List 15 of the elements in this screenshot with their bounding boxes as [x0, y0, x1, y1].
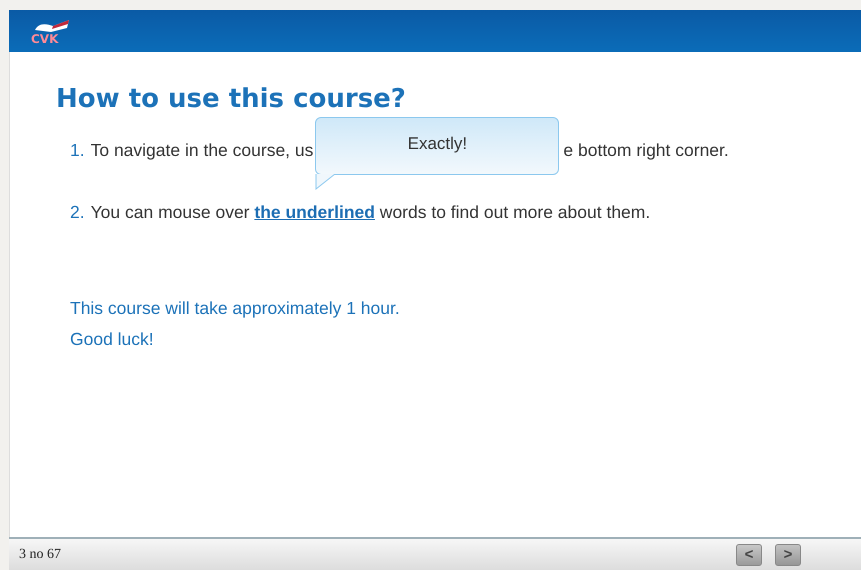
next-button[interactable]: > — [775, 544, 801, 566]
logo: CVK — [29, 18, 75, 44]
step-number: 1. — [70, 140, 85, 161]
page-title: How to use this course? — [56, 84, 407, 114]
step-number: 2. — [70, 202, 85, 223]
tooltip: Exactly! — [315, 117, 560, 175]
step-text: You can mouse over the underlined words to find out more about them. — [90, 202, 650, 223]
note-text: This course will take approximately 1 hour. — [70, 298, 401, 319]
step-text: e bottom right corner. — [563, 140, 729, 161]
underlined-link[interactable]: the underlined — [254, 202, 375, 222]
previous-button[interactable]: < — [736, 544, 762, 566]
tooltip-tail — [315, 174, 338, 190]
note-text: Good luck! — [70, 329, 155, 350]
step-text: To navigate in the course, us — [90, 140, 314, 161]
page-counter: 3 no 67 — [19, 546, 61, 562]
